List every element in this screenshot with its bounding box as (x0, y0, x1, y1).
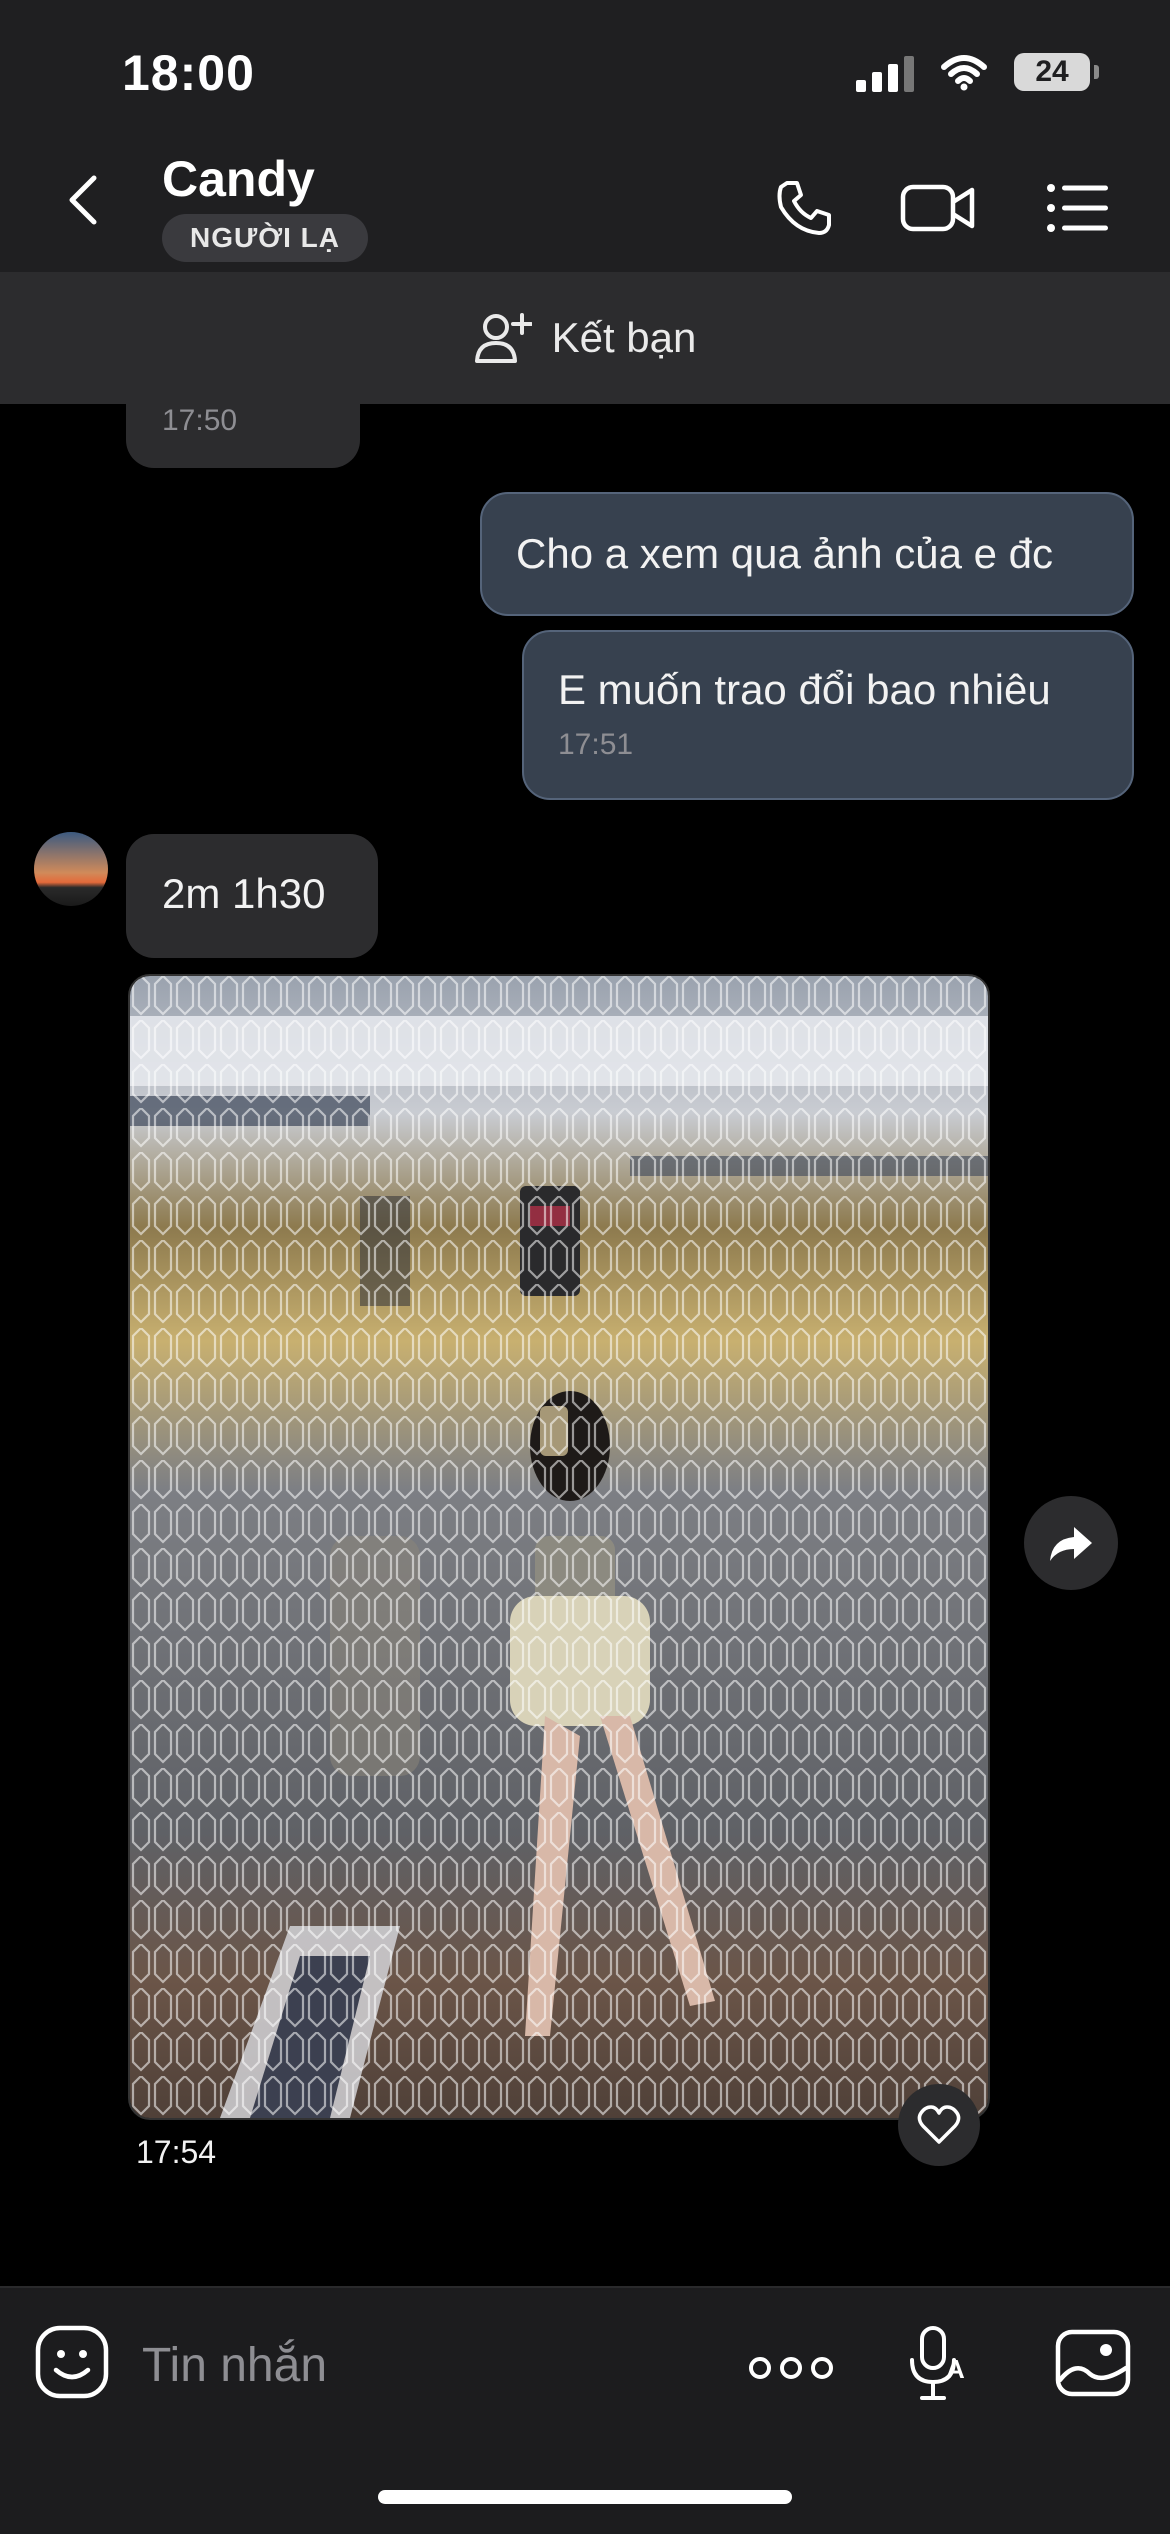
message-text: 2m 1h30 (162, 870, 326, 917)
video-camera-icon (900, 184, 975, 232)
video-call-button[interactable] (900, 176, 976, 240)
add-friend-label: Kết bạn (551, 314, 697, 361)
image-icon[interactable] (1054, 2324, 1132, 2402)
message-input[interactable] (140, 2332, 704, 2398)
message-text: Cho a xem qua ảnh của e đc (516, 530, 1054, 577)
message-bubble[interactable]: 2m 1h30 (126, 834, 378, 958)
signal-icon (856, 52, 914, 92)
add-person-icon (474, 313, 532, 363)
contact-name[interactable]: Candy (162, 150, 315, 208)
like-button[interactable] (898, 2084, 980, 2166)
message-bubble[interactable]: 17:50 (126, 360, 360, 468)
phone-icon (777, 181, 831, 235)
heart-icon (917, 2105, 961, 2144)
message-time: 17:51 (558, 728, 634, 761)
photo-message[interactable] (128, 974, 990, 2120)
avatar[interactable] (34, 832, 108, 906)
share-arrow-icon (1050, 1527, 1092, 1561)
top-bar: 18:00 24 Candy NGƯỜI LẠ (0, 0, 1170, 272)
message-bubble[interactable]: Cho a xem qua ảnh của e đc (480, 492, 1134, 616)
stranger-badge: NGƯỜI LẠ (162, 214, 368, 262)
sticker-icon[interactable] (34, 2324, 110, 2400)
share-button[interactable] (1024, 1496, 1118, 1590)
voice-icon[interactable]: A (906, 2324, 968, 2404)
message-bubble[interactable]: E muốn trao đổi bao nhiêu 17:51 (522, 630, 1134, 800)
wifi-icon (941, 55, 987, 91)
back-icon[interactable] (58, 170, 118, 230)
photo-image (130, 976, 988, 2118)
battery-indicator: 24 (1014, 53, 1099, 91)
message-time: 17:50 (162, 404, 238, 437)
more-icon[interactable] (748, 2338, 834, 2398)
svg-text:A: A (946, 2354, 965, 2384)
call-button[interactable] (766, 176, 842, 240)
status-time: 18:00 (122, 45, 255, 101)
status-icons: 24 (856, 52, 1099, 92)
chat-header: Candy NGƯỜI LẠ (0, 140, 1170, 272)
menu-icon (1047, 184, 1108, 232)
home-indicator[interactable] (378, 2490, 792, 2504)
message-time: 17:54 (136, 2134, 217, 2170)
menu-button[interactable] (1040, 176, 1116, 240)
message-text: E muốn trao đổi bao nhiêu (558, 666, 1051, 713)
